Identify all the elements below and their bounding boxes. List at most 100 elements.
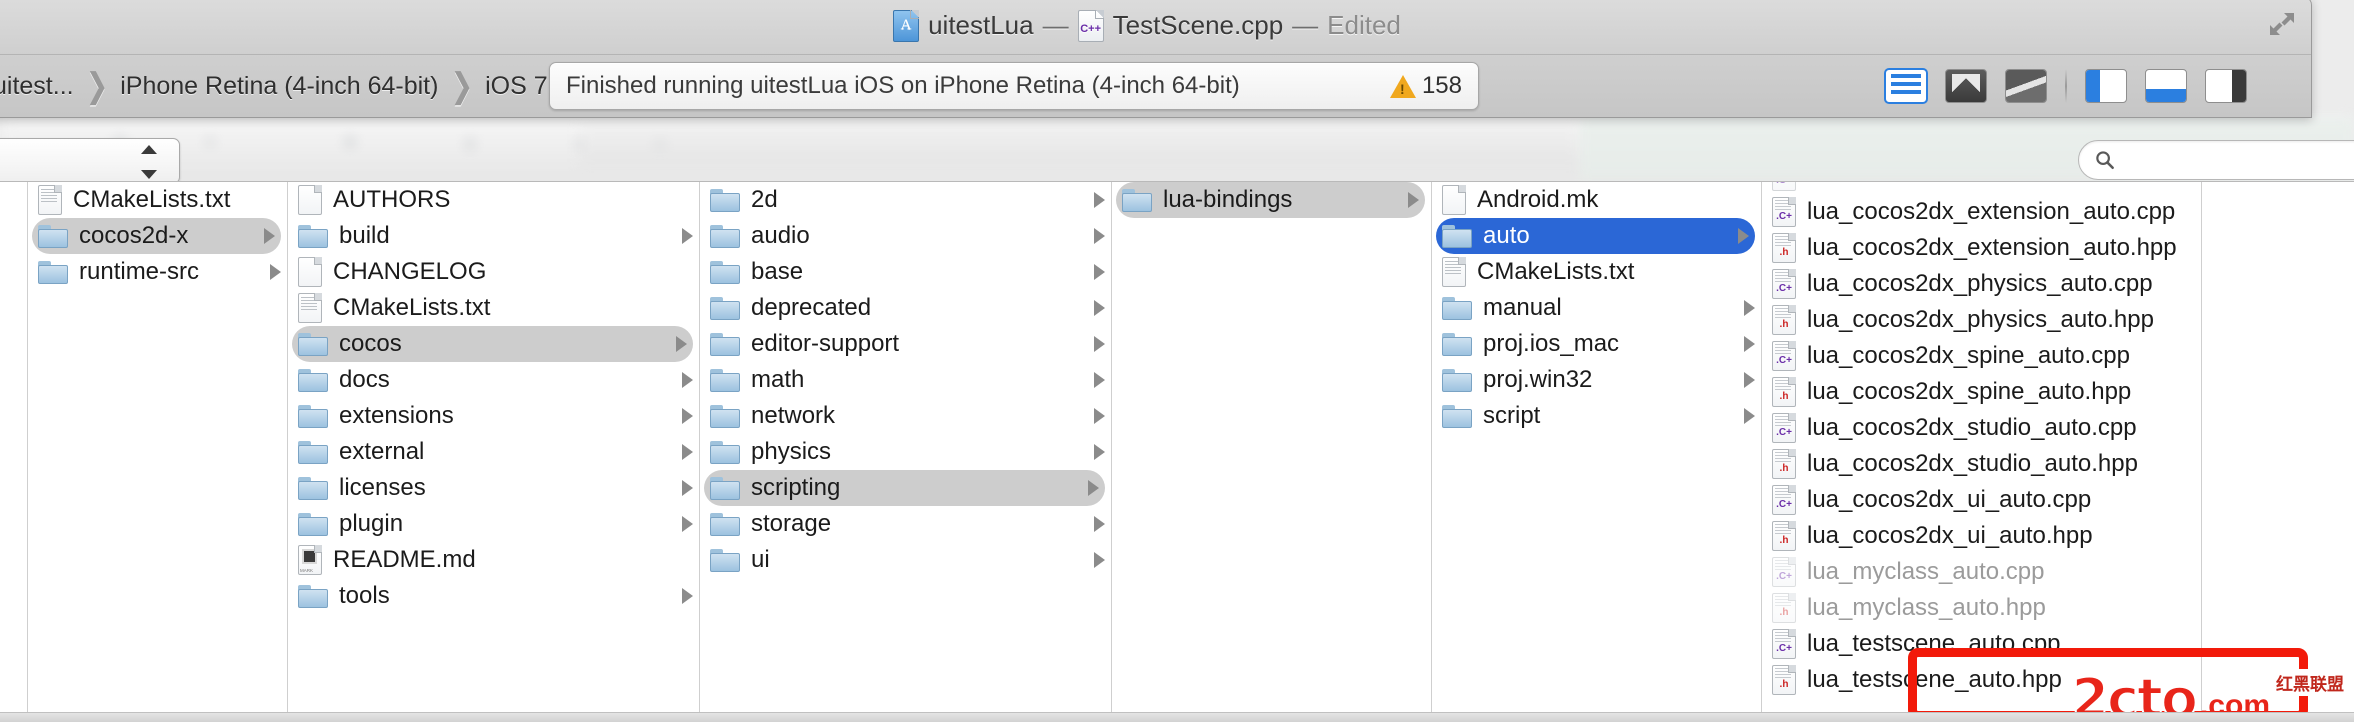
list-item[interactable]: manual (1432, 290, 1761, 326)
list-item[interactable]: docs (288, 362, 699, 398)
chevron-right-icon[interactable] (676, 336, 687, 352)
list-item[interactable]: tools (288, 578, 699, 614)
list-item[interactable]: CMakeLists.txt (1432, 254, 1761, 290)
list-item[interactable]: Android.mk (1432, 182, 1761, 218)
breadcrumb-item-project[interactable]: uitest... (0, 72, 74, 101)
list-item[interactable]: cocos (292, 326, 693, 362)
chevron-right-icon[interactable] (1094, 336, 1105, 352)
list-item[interactable]: proj.win32 (1432, 362, 1761, 398)
list-item[interactable]: CMakeLists.txt (28, 182, 287, 218)
chevron-right-icon[interactable] (682, 408, 693, 424)
search-input[interactable] (2122, 149, 2354, 171)
disclosure-triangle-icon[interactable] (0, 254, 27, 290)
list-item[interactable]: plugin (288, 506, 699, 542)
stepper-up-icon[interactable] (141, 145, 157, 154)
list-item[interactable]: .C+ lua_myclass_auto.cpp (1762, 554, 2201, 590)
list-item[interactable]: script (1432, 398, 1761, 434)
debug-area-toggle-button[interactable] (2145, 69, 2187, 103)
disclosure-triangle-icon[interactable] (0, 182, 27, 218)
stepper-arrows-icon[interactable] (141, 145, 157, 179)
list-item[interactable]: math (700, 362, 1111, 398)
chevron-right-icon[interactable] (1094, 516, 1105, 532)
chevron-right-icon[interactable] (682, 372, 693, 388)
list-item[interactable]: lua-bindings (1116, 182, 1425, 218)
chevron-right-icon[interactable] (1744, 300, 1755, 316)
list-item[interactable]: proj.ios_mac (1432, 326, 1761, 362)
list-item[interactable]: .h lua_myclass_auto.hpp (1762, 590, 2201, 626)
list-item[interactable]: storage (700, 506, 1111, 542)
chevron-right-icon[interactable] (1094, 372, 1105, 388)
list-item[interactable]: cocos2d-x (32, 218, 281, 254)
list-item[interactable]: .C+ lua_cocos2dx_studio_auto.cpp (1762, 410, 2201, 446)
warning-indicator[interactable]: 158 (1389, 72, 1462, 100)
list-item[interactable]: AUTHORS (288, 182, 699, 218)
list-item[interactable]: base (700, 254, 1111, 290)
list-item[interactable]: .C+ lua_testscene_auto.cpp (1762, 626, 2201, 662)
list-item[interactable]: auto (1436, 218, 1755, 254)
disclosure-triangle-icon[interactable] (0, 290, 27, 326)
navigator-toggle-button[interactable] (2085, 69, 2127, 103)
list-item[interactable]: build (288, 218, 699, 254)
list-item[interactable]: .C+ lua_cocos2dx_spine_auto.cpp (1762, 338, 2201, 374)
list-item[interactable]: .h lua_testscene_auto.hpp (1762, 662, 2201, 698)
list-item[interactable]: .h lua_cocos2dx_studio_auto.hpp (1762, 446, 2201, 482)
column-cocos2d-x[interactable]: AUTHORS build CHANGELOG CMakeLists.txt cocos… (288, 182, 700, 712)
list-item[interactable]: scripting (704, 470, 1105, 506)
chevron-right-icon[interactable] (682, 444, 693, 460)
fullscreen-arrows-icon[interactable] (2267, 9, 2297, 39)
column-auto[interactable]: .C+ .C+ lua_cocos2dx_extension_auto.cpp .h l… (1762, 182, 2202, 712)
column-lua-bindings[interactable]: Android.mk auto CMakeLists.txt manual proj.i… (1432, 182, 1762, 712)
list-item[interactable]: .h lua_cocos2dx_physics_auto.hpp (1762, 302, 2201, 338)
list-item[interactable]: editor-support (700, 326, 1111, 362)
chevron-right-icon[interactable] (264, 228, 275, 244)
chevron-right-icon[interactable] (1094, 408, 1105, 424)
chevron-right-icon[interactable] (1094, 192, 1105, 208)
chevron-right-icon[interactable] (1744, 408, 1755, 424)
stepper-down-icon[interactable] (141, 170, 157, 179)
chevron-right-icon[interactable] (1094, 552, 1105, 568)
version-editor-button[interactable] (2005, 69, 2047, 103)
list-item[interactable]: audio (700, 218, 1111, 254)
list-item[interactable]: network (700, 398, 1111, 434)
list-item[interactable]: .C+ (1762, 182, 2201, 194)
list-item[interactable]: MARK README.md (288, 542, 699, 578)
chevron-right-icon[interactable] (1094, 300, 1105, 316)
list-item[interactable]: CMakeLists.txt (288, 290, 699, 326)
list-item[interactable]: .C+ lua_cocos2dx_extension_auto.cpp (1762, 194, 2201, 230)
chevron-right-icon[interactable] (1738, 228, 1749, 244)
chevron-right-icon[interactable] (682, 480, 693, 496)
chevron-right-icon[interactable] (1094, 444, 1105, 460)
chevron-right-icon[interactable] (1744, 372, 1755, 388)
disclosure-triangle-icon[interactable] (0, 218, 27, 254)
list-item[interactable]: .h lua_cocos2dx_spine_auto.hpp (1762, 374, 2201, 410)
chevron-right-icon[interactable] (1408, 192, 1419, 208)
list-item[interactable]: external (288, 434, 699, 470)
chevron-right-icon[interactable] (1094, 264, 1105, 280)
list-item[interactable]: 2d (700, 182, 1111, 218)
finder-search-field[interactable] (2078, 140, 2354, 180)
column-scripting[interactable]: lua-bindings (1112, 182, 1432, 712)
standard-editor-button[interactable] (1885, 69, 1927, 103)
list-item[interactable]: deprecated (700, 290, 1111, 326)
chevron-right-icon[interactable] (682, 516, 693, 532)
chevron-right-icon[interactable] (1088, 480, 1099, 496)
chevron-right-icon[interactable] (682, 588, 693, 604)
list-item[interactable]: extensions (288, 398, 699, 434)
chevron-right-icon[interactable] (270, 264, 281, 280)
list-item[interactable]: runtime-src (28, 254, 287, 290)
list-item[interactable]: .C+ lua_cocos2dx_ui_auto.cpp (1762, 482, 2201, 518)
utilities-toggle-button[interactable] (2205, 69, 2247, 103)
list-item[interactable]: .h lua_cocos2dx_extension_auto.hpp (1762, 230, 2201, 266)
list-item[interactable]: .C+ lua_cocos2dx_physics_auto.cpp (1762, 266, 2201, 302)
list-item[interactable]: licenses (288, 470, 699, 506)
column-project-root[interactable]: CMakeLists.txt cocos2d-x runtime-src (28, 182, 288, 712)
chevron-right-icon[interactable] (1744, 336, 1755, 352)
chevron-right-icon[interactable] (682, 228, 693, 244)
column-cocos[interactable]: 2d audio base deprecated editor-support math n… (700, 182, 1112, 712)
breadcrumb-item-device[interactable]: iPhone Retina (4-inch 64-bit) (120, 72, 438, 101)
list-item[interactable]: .h lua_cocos2dx_ui_auto.hpp (1762, 518, 2201, 554)
chevron-right-icon[interactable] (1094, 228, 1105, 244)
activity-status-bar[interactable]: Finished running uitestLua iOS on iPhone… (549, 62, 1479, 110)
breadcrumb[interactable]: uitest... ❯ iPhone Retina (4-inch 64-bit… (0, 67, 568, 105)
assistant-editor-button[interactable] (1945, 69, 1987, 103)
